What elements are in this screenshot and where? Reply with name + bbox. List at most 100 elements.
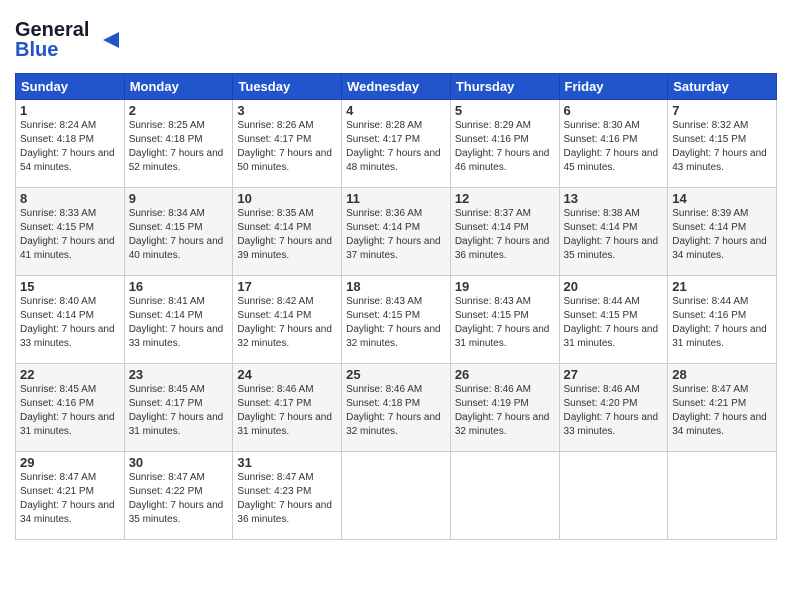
day-info: Sunrise: 8:29 AMSunset: 4:16 PMDaylight:… xyxy=(455,119,555,175)
day-header-friday: Friday xyxy=(559,74,668,100)
day-number: 22 xyxy=(20,367,120,382)
day-info: Sunrise: 8:38 AMSunset: 4:14 PMDaylight:… xyxy=(564,207,664,263)
day-cell: 31Sunrise: 8:47 AMSunset: 4:23 PMDayligh… xyxy=(233,452,342,540)
day-info: Sunrise: 8:46 AMSunset: 4:18 PMDaylight:… xyxy=(346,383,446,439)
day-cell: 28Sunrise: 8:47 AMSunset: 4:21 PMDayligh… xyxy=(668,364,777,452)
day-number: 24 xyxy=(237,367,337,382)
day-cell: 25Sunrise: 8:46 AMSunset: 4:18 PMDayligh… xyxy=(342,364,451,452)
day-info: Sunrise: 8:25 AMSunset: 4:18 PMDaylight:… xyxy=(129,119,229,175)
day-number: 12 xyxy=(455,191,555,206)
day-cell: 21Sunrise: 8:44 AMSunset: 4:16 PMDayligh… xyxy=(668,276,777,364)
calendar-header-row: SundayMondayTuesdayWednesdayThursdayFrid… xyxy=(16,74,777,100)
day-info: Sunrise: 8:33 AMSunset: 4:15 PMDaylight:… xyxy=(20,207,120,263)
day-number: 27 xyxy=(564,367,664,382)
week-row-3: 15Sunrise: 8:40 AMSunset: 4:14 PMDayligh… xyxy=(16,276,777,364)
day-info: Sunrise: 8:37 AMSunset: 4:14 PMDaylight:… xyxy=(455,207,555,263)
day-cell xyxy=(450,452,559,540)
day-cell: 22Sunrise: 8:45 AMSunset: 4:16 PMDayligh… xyxy=(16,364,125,452)
day-info: Sunrise: 8:43 AMSunset: 4:15 PMDaylight:… xyxy=(346,295,446,351)
week-row-4: 22Sunrise: 8:45 AMSunset: 4:16 PMDayligh… xyxy=(16,364,777,452)
day-cell: 30Sunrise: 8:47 AMSunset: 4:22 PMDayligh… xyxy=(124,452,233,540)
day-info: Sunrise: 8:43 AMSunset: 4:15 PMDaylight:… xyxy=(455,295,555,351)
day-info: Sunrise: 8:28 AMSunset: 4:17 PMDaylight:… xyxy=(346,119,446,175)
day-cell xyxy=(342,452,451,540)
day-number: 1 xyxy=(20,103,120,118)
day-info: Sunrise: 8:24 AMSunset: 4:18 PMDaylight:… xyxy=(20,119,120,175)
day-number: 17 xyxy=(237,279,337,294)
day-info: Sunrise: 8:44 AMSunset: 4:15 PMDaylight:… xyxy=(564,295,664,351)
day-cell: 18Sunrise: 8:43 AMSunset: 4:15 PMDayligh… xyxy=(342,276,451,364)
week-row-5: 29Sunrise: 8:47 AMSunset: 4:21 PMDayligh… xyxy=(16,452,777,540)
day-number: 19 xyxy=(455,279,555,294)
day-info: Sunrise: 8:41 AMSunset: 4:14 PMDaylight:… xyxy=(129,295,229,351)
day-cell: 23Sunrise: 8:45 AMSunset: 4:17 PMDayligh… xyxy=(124,364,233,452)
day-cell: 14Sunrise: 8:39 AMSunset: 4:14 PMDayligh… xyxy=(668,188,777,276)
day-number: 21 xyxy=(672,279,772,294)
day-number: 2 xyxy=(129,103,229,118)
header: General Blue xyxy=(15,10,777,67)
day-cell: 15Sunrise: 8:40 AMSunset: 4:14 PMDayligh… xyxy=(16,276,125,364)
day-info: Sunrise: 8:30 AMSunset: 4:16 PMDaylight:… xyxy=(564,119,664,175)
day-info: Sunrise: 8:39 AMSunset: 4:14 PMDaylight:… xyxy=(672,207,772,263)
day-info: Sunrise: 8:32 AMSunset: 4:15 PMDaylight:… xyxy=(672,119,772,175)
day-number: 3 xyxy=(237,103,337,118)
day-info: Sunrise: 8:47 AMSunset: 4:23 PMDaylight:… xyxy=(237,471,337,527)
day-cell: 26Sunrise: 8:46 AMSunset: 4:19 PMDayligh… xyxy=(450,364,559,452)
day-number: 7 xyxy=(672,103,772,118)
day-cell xyxy=(559,452,668,540)
day-info: Sunrise: 8:47 AMSunset: 4:22 PMDaylight:… xyxy=(129,471,229,527)
day-info: Sunrise: 8:40 AMSunset: 4:14 PMDaylight:… xyxy=(20,295,120,351)
day-header-thursday: Thursday xyxy=(450,74,559,100)
day-info: Sunrise: 8:47 AMSunset: 4:21 PMDaylight:… xyxy=(20,471,120,527)
page: General Blue SundayMondayTuesdayWednesda… xyxy=(0,0,792,550)
day-number: 28 xyxy=(672,367,772,382)
day-cell: 9Sunrise: 8:34 AMSunset: 4:15 PMDaylight… xyxy=(124,188,233,276)
day-number: 25 xyxy=(346,367,446,382)
day-number: 11 xyxy=(346,191,446,206)
day-header-wednesday: Wednesday xyxy=(342,74,451,100)
day-info: Sunrise: 8:45 AMSunset: 4:17 PMDaylight:… xyxy=(129,383,229,439)
day-header-monday: Monday xyxy=(124,74,233,100)
day-cell: 4Sunrise: 8:28 AMSunset: 4:17 PMDaylight… xyxy=(342,100,451,188)
day-info: Sunrise: 8:46 AMSunset: 4:19 PMDaylight:… xyxy=(455,383,555,439)
day-number: 26 xyxy=(455,367,555,382)
day-number: 16 xyxy=(129,279,229,294)
logo-text: General Blue xyxy=(15,14,125,67)
day-cell: 3Sunrise: 8:26 AMSunset: 4:17 PMDaylight… xyxy=(233,100,342,188)
day-number: 30 xyxy=(129,455,229,470)
day-header-sunday: Sunday xyxy=(16,74,125,100)
day-cell xyxy=(668,452,777,540)
day-number: 31 xyxy=(237,455,337,470)
day-cell: 24Sunrise: 8:46 AMSunset: 4:17 PMDayligh… xyxy=(233,364,342,452)
day-header-tuesday: Tuesday xyxy=(233,74,342,100)
day-cell: 1Sunrise: 8:24 AMSunset: 4:18 PMDaylight… xyxy=(16,100,125,188)
day-cell: 10Sunrise: 8:35 AMSunset: 4:14 PMDayligh… xyxy=(233,188,342,276)
day-number: 4 xyxy=(346,103,446,118)
day-cell: 16Sunrise: 8:41 AMSunset: 4:14 PMDayligh… xyxy=(124,276,233,364)
day-number: 6 xyxy=(564,103,664,118)
day-info: Sunrise: 8:46 AMSunset: 4:20 PMDaylight:… xyxy=(564,383,664,439)
day-cell: 6Sunrise: 8:30 AMSunset: 4:16 PMDaylight… xyxy=(559,100,668,188)
day-number: 23 xyxy=(129,367,229,382)
day-number: 10 xyxy=(237,191,337,206)
day-info: Sunrise: 8:42 AMSunset: 4:14 PMDaylight:… xyxy=(237,295,337,351)
day-cell: 13Sunrise: 8:38 AMSunset: 4:14 PMDayligh… xyxy=(559,188,668,276)
day-number: 9 xyxy=(129,191,229,206)
day-number: 29 xyxy=(20,455,120,470)
day-cell: 29Sunrise: 8:47 AMSunset: 4:21 PMDayligh… xyxy=(16,452,125,540)
day-number: 15 xyxy=(20,279,120,294)
day-info: Sunrise: 8:26 AMSunset: 4:17 PMDaylight:… xyxy=(237,119,337,175)
day-cell: 5Sunrise: 8:29 AMSunset: 4:16 PMDaylight… xyxy=(450,100,559,188)
day-info: Sunrise: 8:46 AMSunset: 4:17 PMDaylight:… xyxy=(237,383,337,439)
day-number: 18 xyxy=(346,279,446,294)
svg-text:Blue: Blue xyxy=(15,39,58,61)
day-info: Sunrise: 8:35 AMSunset: 4:14 PMDaylight:… xyxy=(237,207,337,263)
day-header-saturday: Saturday xyxy=(668,74,777,100)
day-cell: 2Sunrise: 8:25 AMSunset: 4:18 PMDaylight… xyxy=(124,100,233,188)
day-cell: 11Sunrise: 8:36 AMSunset: 4:14 PMDayligh… xyxy=(342,188,451,276)
day-cell: 7Sunrise: 8:32 AMSunset: 4:15 PMDaylight… xyxy=(668,100,777,188)
svg-text:General: General xyxy=(15,19,89,41)
week-row-2: 8Sunrise: 8:33 AMSunset: 4:15 PMDaylight… xyxy=(16,188,777,276)
week-row-1: 1Sunrise: 8:24 AMSunset: 4:18 PMDaylight… xyxy=(16,100,777,188)
day-info: Sunrise: 8:47 AMSunset: 4:21 PMDaylight:… xyxy=(672,383,772,439)
